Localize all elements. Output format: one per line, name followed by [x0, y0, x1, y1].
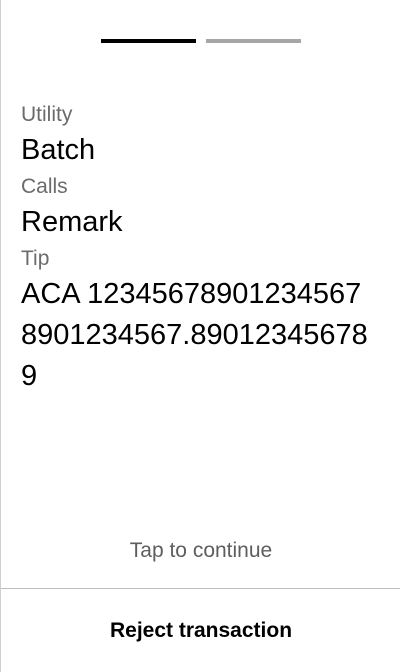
page-indicator [101, 39, 301, 44]
transaction-review-screen[interactable]: Utility Batch Calls Remark Tip ACA 12345… [0, 0, 400, 672]
calls-label: Calls [21, 175, 68, 198]
page-indicator-step-2 [206, 39, 301, 43]
tip-label: Tip [21, 247, 50, 270]
utility-label: Utility [21, 103, 73, 126]
tip-value: ACA 123456789012345678901234567.89012345… [21, 278, 368, 392]
transaction-details: Utility Batch Calls Remark Tip ACA 12345… [21, 100, 381, 399]
utility-value: Batch [21, 134, 96, 166]
page-indicator-step-1-active [101, 39, 196, 43]
reject-transaction-button[interactable]: Reject transaction [1, 589, 400, 672]
calls-value: Remark [21, 206, 123, 238]
tap-to-continue-hint[interactable]: Tap to continue [1, 536, 400, 566]
